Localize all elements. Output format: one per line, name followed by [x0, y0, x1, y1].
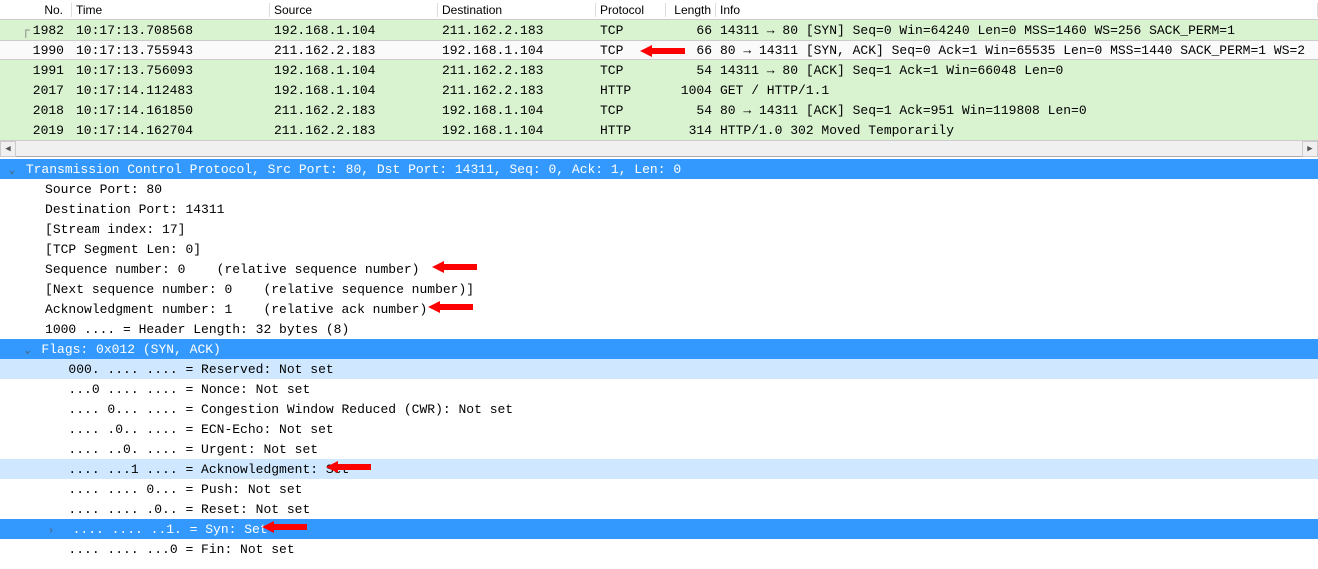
cell-protocol: TCP [596, 23, 666, 38]
col-protocol[interactable]: Protocol [596, 3, 666, 17]
flag-ecn-line[interactable]: .... .0.. .... = ECN-Echo: Not set [0, 419, 1318, 439]
cell-source: 211.162.2.183 [270, 123, 438, 138]
next-seq-line[interactable]: [Next sequence number: 0 (relative seque… [0, 279, 1318, 299]
cell-source: 192.168.1.104 [270, 83, 438, 98]
dst-port-line[interactable]: Destination Port: 14311 [0, 199, 1318, 219]
packet-rows: ┌198210:17:13.708568192.168.1.104211.162… [0, 20, 1318, 140]
cell-protocol: TCP [596, 103, 666, 118]
cell-time: 10:17:13.756093 [72, 63, 270, 78]
horizontal-scrollbar[interactable]: ◀ ▶ [0, 140, 1318, 156]
header-length-line[interactable]: 1000 .... = Header Length: 32 bytes (8) [0, 319, 1318, 339]
cell-no: 2017 [0, 83, 72, 98]
packet-row[interactable]: 199110:17:13.756093192.168.1.104211.162.… [0, 60, 1318, 80]
cell-protocol: TCP [596, 43, 666, 58]
col-source[interactable]: Source [270, 3, 438, 17]
flag-urgent-line[interactable]: .... ..0. .... = Urgent: Not set [0, 439, 1318, 459]
packet-row[interactable]: 201710:17:14.112483192.168.1.104211.162.… [0, 80, 1318, 100]
cell-source: 192.168.1.104 [270, 63, 438, 78]
packet-row[interactable]: 199010:17:13.755943211.162.2.183192.168.… [0, 40, 1318, 60]
flag-fin-line[interactable]: .... .... ...0 = Fin: Not set [0, 539, 1318, 559]
cell-time: 10:17:13.755943 [72, 43, 270, 58]
flag-syn-line[interactable]: › .... .... ..1. = Syn: Set [0, 519, 1318, 539]
cell-protocol: HTTP [596, 123, 666, 138]
flag-cwr-line[interactable]: .... 0... .... = Congestion Window Reduc… [0, 399, 1318, 419]
scroll-left-button[interactable]: ◀ [0, 141, 16, 157]
cell-length: 1004 [666, 83, 716, 98]
col-length[interactable]: Length [666, 3, 716, 17]
cell-destination: 211.162.2.183 [438, 23, 596, 38]
packet-list: No. Time Source Destination Protocol Len… [0, 0, 1318, 157]
cell-time: 10:17:14.112483 [72, 83, 270, 98]
cell-no: 1991 [0, 63, 72, 78]
cell-time: 10:17:14.161850 [72, 103, 270, 118]
cell-length: 54 [666, 63, 716, 78]
cell-info: 80 → 14311 [SYN, ACK] Seq=0 Ack=1 Win=65… [716, 43, 1318, 58]
flag-reset-line[interactable]: .... .... .0.. = Reset: Not set [0, 499, 1318, 519]
flag-push-line[interactable]: .... .... 0... = Push: Not set [0, 479, 1318, 499]
cell-protocol: HTTP [596, 83, 666, 98]
cell-time: 10:17:14.162704 [72, 123, 270, 138]
cell-destination: 192.168.1.104 [438, 123, 596, 138]
flag-nonce-line[interactable]: ...0 .... .... = Nonce: Not set [0, 379, 1318, 399]
cell-destination: 211.162.2.183 [438, 63, 596, 78]
packet-row[interactable]: 201910:17:14.162704211.162.2.183192.168.… [0, 120, 1318, 140]
flag-reserved-line[interactable]: 000. .... .... = Reserved: Not set [0, 359, 1318, 379]
collapse-icon[interactable]: ⌄ [6, 162, 18, 182]
cell-info: 14311 → 80 [ACK] Seq=1 Ack=1 Win=66048 L… [716, 63, 1318, 78]
cell-destination: 211.162.2.183 [438, 83, 596, 98]
cell-info: 14311 → 80 [SYN] Seq=0 Win=64240 Len=0 M… [716, 23, 1318, 38]
src-port-line[interactable]: Source Port: 80 [0, 179, 1318, 199]
sequence-number-line[interactable]: Sequence number: 0 (relative sequence nu… [0, 259, 1318, 279]
cell-protocol: TCP [596, 63, 666, 78]
flag-ack-line[interactable]: .... ...1 .... = Acknowledgment: Set [0, 459, 1318, 479]
cell-destination: 192.168.1.104 [438, 103, 596, 118]
col-time[interactable]: Time [72, 3, 270, 17]
column-headers: No. Time Source Destination Protocol Len… [0, 0, 1318, 20]
collapse-icon[interactable]: ⌄ [22, 342, 34, 362]
segment-len-line[interactable]: [TCP Segment Len: 0] [0, 239, 1318, 259]
cell-no: 2019 [0, 123, 72, 138]
col-destination[interactable]: Destination [438, 3, 596, 17]
scroll-right-button[interactable]: ▶ [1302, 141, 1318, 157]
stream-index-line[interactable]: [Stream index: 17] [0, 219, 1318, 239]
cell-length: 66 [666, 23, 716, 38]
col-no[interactable]: No. [0, 3, 72, 17]
cell-length: 314 [666, 123, 716, 138]
cell-source: 192.168.1.104 [270, 23, 438, 38]
packet-row[interactable]: 201810:17:14.161850211.162.2.183192.168.… [0, 100, 1318, 120]
cell-destination: 192.168.1.104 [438, 43, 596, 58]
expand-icon[interactable]: › [45, 522, 57, 542]
packet-details: ⌄ Transmission Control Protocol, Src Por… [0, 157, 1318, 559]
ack-number-line[interactable]: Acknowledgment number: 1 (relative ack n… [0, 299, 1318, 319]
cell-info: 80 → 14311 [ACK] Seq=1 Ack=951 Win=11980… [716, 103, 1318, 118]
cell-length: 66 [666, 43, 716, 58]
cell-info: HTTP/1.0 302 Moved Temporarily [716, 123, 1318, 138]
cell-length: 54 [666, 103, 716, 118]
cell-no: ┌1982 [0, 23, 72, 38]
cell-source: 211.162.2.183 [270, 43, 438, 58]
tcp-header-line[interactable]: ⌄ Transmission Control Protocol, Src Por… [0, 159, 1318, 179]
cell-time: 10:17:13.708568 [72, 23, 270, 38]
cell-no: 1990 [0, 43, 72, 58]
col-info[interactable]: Info [716, 3, 1318, 17]
packet-row[interactable]: ┌198210:17:13.708568192.168.1.104211.162… [0, 20, 1318, 40]
cell-info: GET / HTTP/1.1 [716, 83, 1318, 98]
cell-no: 2018 [0, 103, 72, 118]
flags-header-line[interactable]: ⌄ Flags: 0x012 (SYN, ACK) [0, 339, 1318, 359]
cell-source: 211.162.2.183 [270, 103, 438, 118]
